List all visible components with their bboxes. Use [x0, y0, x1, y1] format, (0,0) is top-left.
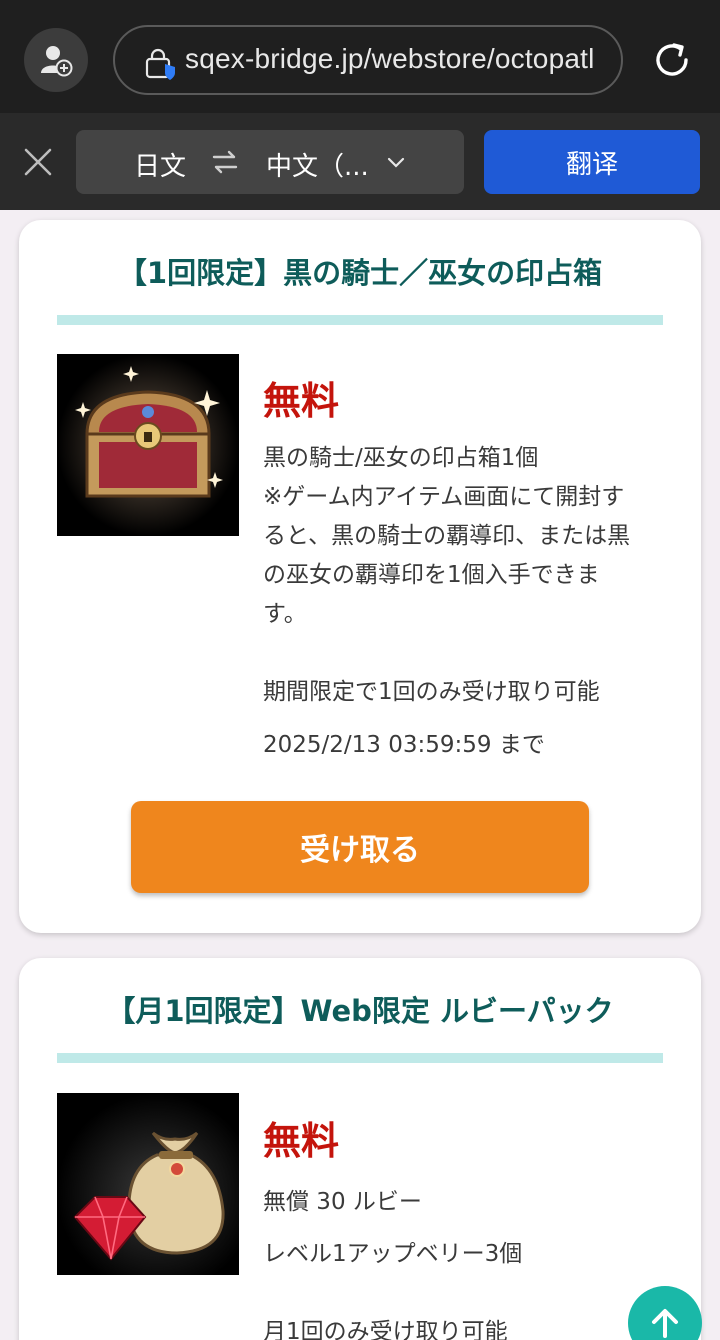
description-line: 黒の騎士/巫女の印占箱1個 [263, 445, 539, 471]
product-image [57, 1093, 239, 1275]
title-divider [57, 315, 663, 325]
description-line: す。 [263, 601, 307, 627]
availability-note: 月1回のみ受け取り可能 [263, 1319, 508, 1340]
chevron-down-icon [387, 157, 405, 168]
language-selector[interactable]: 日文 中文（... [76, 130, 464, 194]
card-title: 【月1回限定】Web限定 ルビーパック [106, 994, 614, 1028]
browser-toolbar: sqex-bridge.jp/webstore/octopatl [0, 0, 720, 113]
description-line: ※ゲーム内アイテム画面にて開封す [263, 484, 625, 510]
url-text: sqex-bridge.jp/webstore/octopatl [185, 43, 595, 74]
product-card: 【月1回限定】Web限定 ルビーパック 無料 無償 30 ルビー レベル1アップ… [19, 958, 701, 1340]
deadline-text: 2025/2/13 03:59:59 まで [263, 732, 545, 758]
card-title: 【1回限定】黒の騎士／巫女の印占箱 [117, 256, 603, 290]
product-card: 【1回限定】黒の騎士／巫女の印占箱 無料 黒の騎士/巫女の印占箱1個 ※ゲーム内… [19, 220, 701, 933]
shield-lock-icon [145, 48, 175, 80]
ruby-bag-icon [57, 1093, 239, 1275]
profile-add-icon [41, 46, 73, 77]
arrow-up-icon [652, 1309, 678, 1338]
price-label: 無料 [263, 1119, 340, 1163]
reload-icon[interactable] [648, 36, 696, 84]
product-image [57, 354, 239, 536]
description-line: ると、黒の騎士の覇導印、または黒 [263, 523, 631, 549]
title-divider [57, 1053, 663, 1063]
close-icon[interactable] [22, 146, 54, 178]
translate-button[interactable]: 翻译 [484, 130, 700, 194]
pack-item: レベル1アップベリー3個 [263, 1241, 523, 1267]
source-language: 日文 [134, 152, 187, 182]
receive-button[interactable]: 受け取る [131, 801, 589, 893]
price-label: 無料 [263, 379, 340, 423]
target-language: 中文（... [266, 152, 369, 182]
treasure-chest-icon [57, 354, 239, 536]
swap-icon [212, 150, 238, 174]
translate-bar: 日文 中文（... 翻译 [0, 113, 720, 210]
profile-button[interactable] [24, 28, 88, 92]
availability-note: 期間限定で1回のみ受け取り可能 [263, 679, 600, 705]
item-description: 黒の騎士/巫女の印占箱1個 ※ゲーム内アイテム画面にて開封す ると、黒の騎士の覇… [263, 439, 663, 634]
pack-item: 無償 30 ルビー [263, 1189, 422, 1215]
description-line: の巫女の覇導印を1個入手できま [263, 562, 600, 588]
address-bar[interactable]: sqex-bridge.jp/webstore/octopatl [113, 25, 623, 95]
